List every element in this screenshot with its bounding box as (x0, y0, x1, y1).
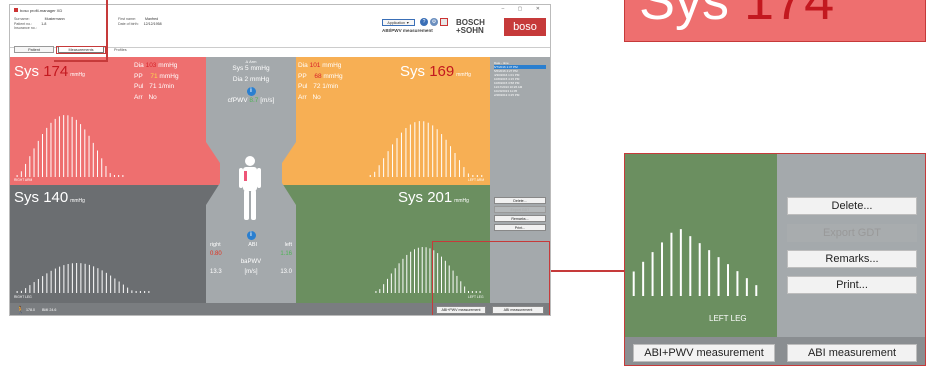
zoom-delete-button[interactable]: Delete... (787, 197, 917, 215)
surname-value: Mustermann (44, 17, 65, 21)
insurance-label: Insurance no.: (14, 26, 37, 31)
zoom-left-leg-footer: LEFT LEG (709, 314, 747, 323)
callout-sys-text: Sys 174 (639, 0, 835, 31)
callout-line-top-h (54, 60, 108, 62)
calendar-icon[interactable] (440, 18, 448, 26)
dob-label: Date of birth: (118, 21, 139, 26)
callout-actions-zoom: LEFT LEG Delete... Export GDT Remarks...… (624, 153, 926, 366)
zoom-left-leg-waveform (632, 229, 758, 296)
remarks-button[interactable]: Remarks... (494, 215, 546, 222)
zoom-abi-pwv-button[interactable]: ABI+PWV measurement (633, 344, 775, 362)
callout-line-bottom (551, 270, 624, 272)
patient-info-right: First name: Manfred Date of birth: 12/12… (118, 17, 162, 26)
callout-line-top (106, 0, 108, 60)
brand-boso-logo: boso (504, 18, 546, 36)
person-icon (239, 156, 261, 220)
highlight-measurements-tab (56, 46, 106, 54)
zoom-left-leg-panel: LEFT LEG (625, 154, 777, 337)
surname-label: Surname: (14, 17, 30, 21)
patno-label: Patient no.: (14, 21, 33, 26)
abi-box: i right ABI left 0.80 1.16 baPWV 13.3 [m/s] 1… (210, 231, 292, 275)
callout-sys-zoom: Sys 174 (624, 0, 926, 42)
app-logo-icon (14, 8, 18, 12)
app-title: boso profil-manager XD (20, 7, 63, 13)
date-list[interactable]: Date - time 6/7/2016 1:37 PM 5/6/2016 4:2… (494, 61, 546, 97)
bmi-value: BMI 24.6 (42, 308, 57, 312)
date-list-item[interactable]: 2/28/2013 3:25 PM (494, 93, 546, 97)
person-small-icon: 🚶 (16, 307, 25, 314)
print-button[interactable]: Print... (494, 224, 546, 231)
dob-value: 12/12/1958 (143, 21, 162, 26)
delete-button[interactable]: Delete... (494, 197, 546, 204)
brand-bosch: BOSCH +SOHN (456, 18, 485, 35)
zoom-print-button[interactable]: Print... (787, 276, 917, 294)
mode-title: ABI/PWV measurement (382, 28, 433, 33)
firstname-label: First name: (118, 17, 136, 21)
info-icon[interactable]: i (246, 87, 256, 96)
highlight-actions (432, 241, 550, 315)
export-gdt-button[interactable]: Export GDT (494, 206, 546, 213)
app-window: boso profil-manager XD – ▢ ✕ Surname: Mu… (9, 4, 551, 316)
tab-profiles[interactable]: Profiles (114, 48, 127, 52)
window-controls[interactable]: – ▢ ✕ (502, 6, 546, 12)
patient-info-left: Surname: Mustermann Patient no.: 1-8 Ins… (14, 17, 65, 31)
height-value: 178.0 (26, 308, 35, 312)
zoom-abi-button[interactable]: ABI measurement (787, 344, 917, 362)
help-icon[interactable]: ? (420, 18, 428, 26)
delta-arm-box: Δ Arm Sys 5 mmHg Dia 2 mmHg i cfPWV 8.7 … (206, 57, 296, 106)
application-dropdown[interactable]: Application ▼ (382, 19, 415, 26)
title-bar: boso profil-manager XD – ▢ ✕ (10, 5, 550, 15)
patno-value: 1-8 (41, 21, 47, 26)
zoom-export-gdt-button[interactable]: Export GDT (787, 224, 917, 242)
tab-patient[interactable]: Patient (14, 46, 54, 53)
gear-icon[interactable]: ⚙ (430, 18, 438, 26)
firstname-value: Manfred (144, 17, 159, 21)
zoom-remarks-button[interactable]: Remarks... (787, 250, 917, 268)
info-icon-2[interactable]: i (246, 231, 256, 240)
